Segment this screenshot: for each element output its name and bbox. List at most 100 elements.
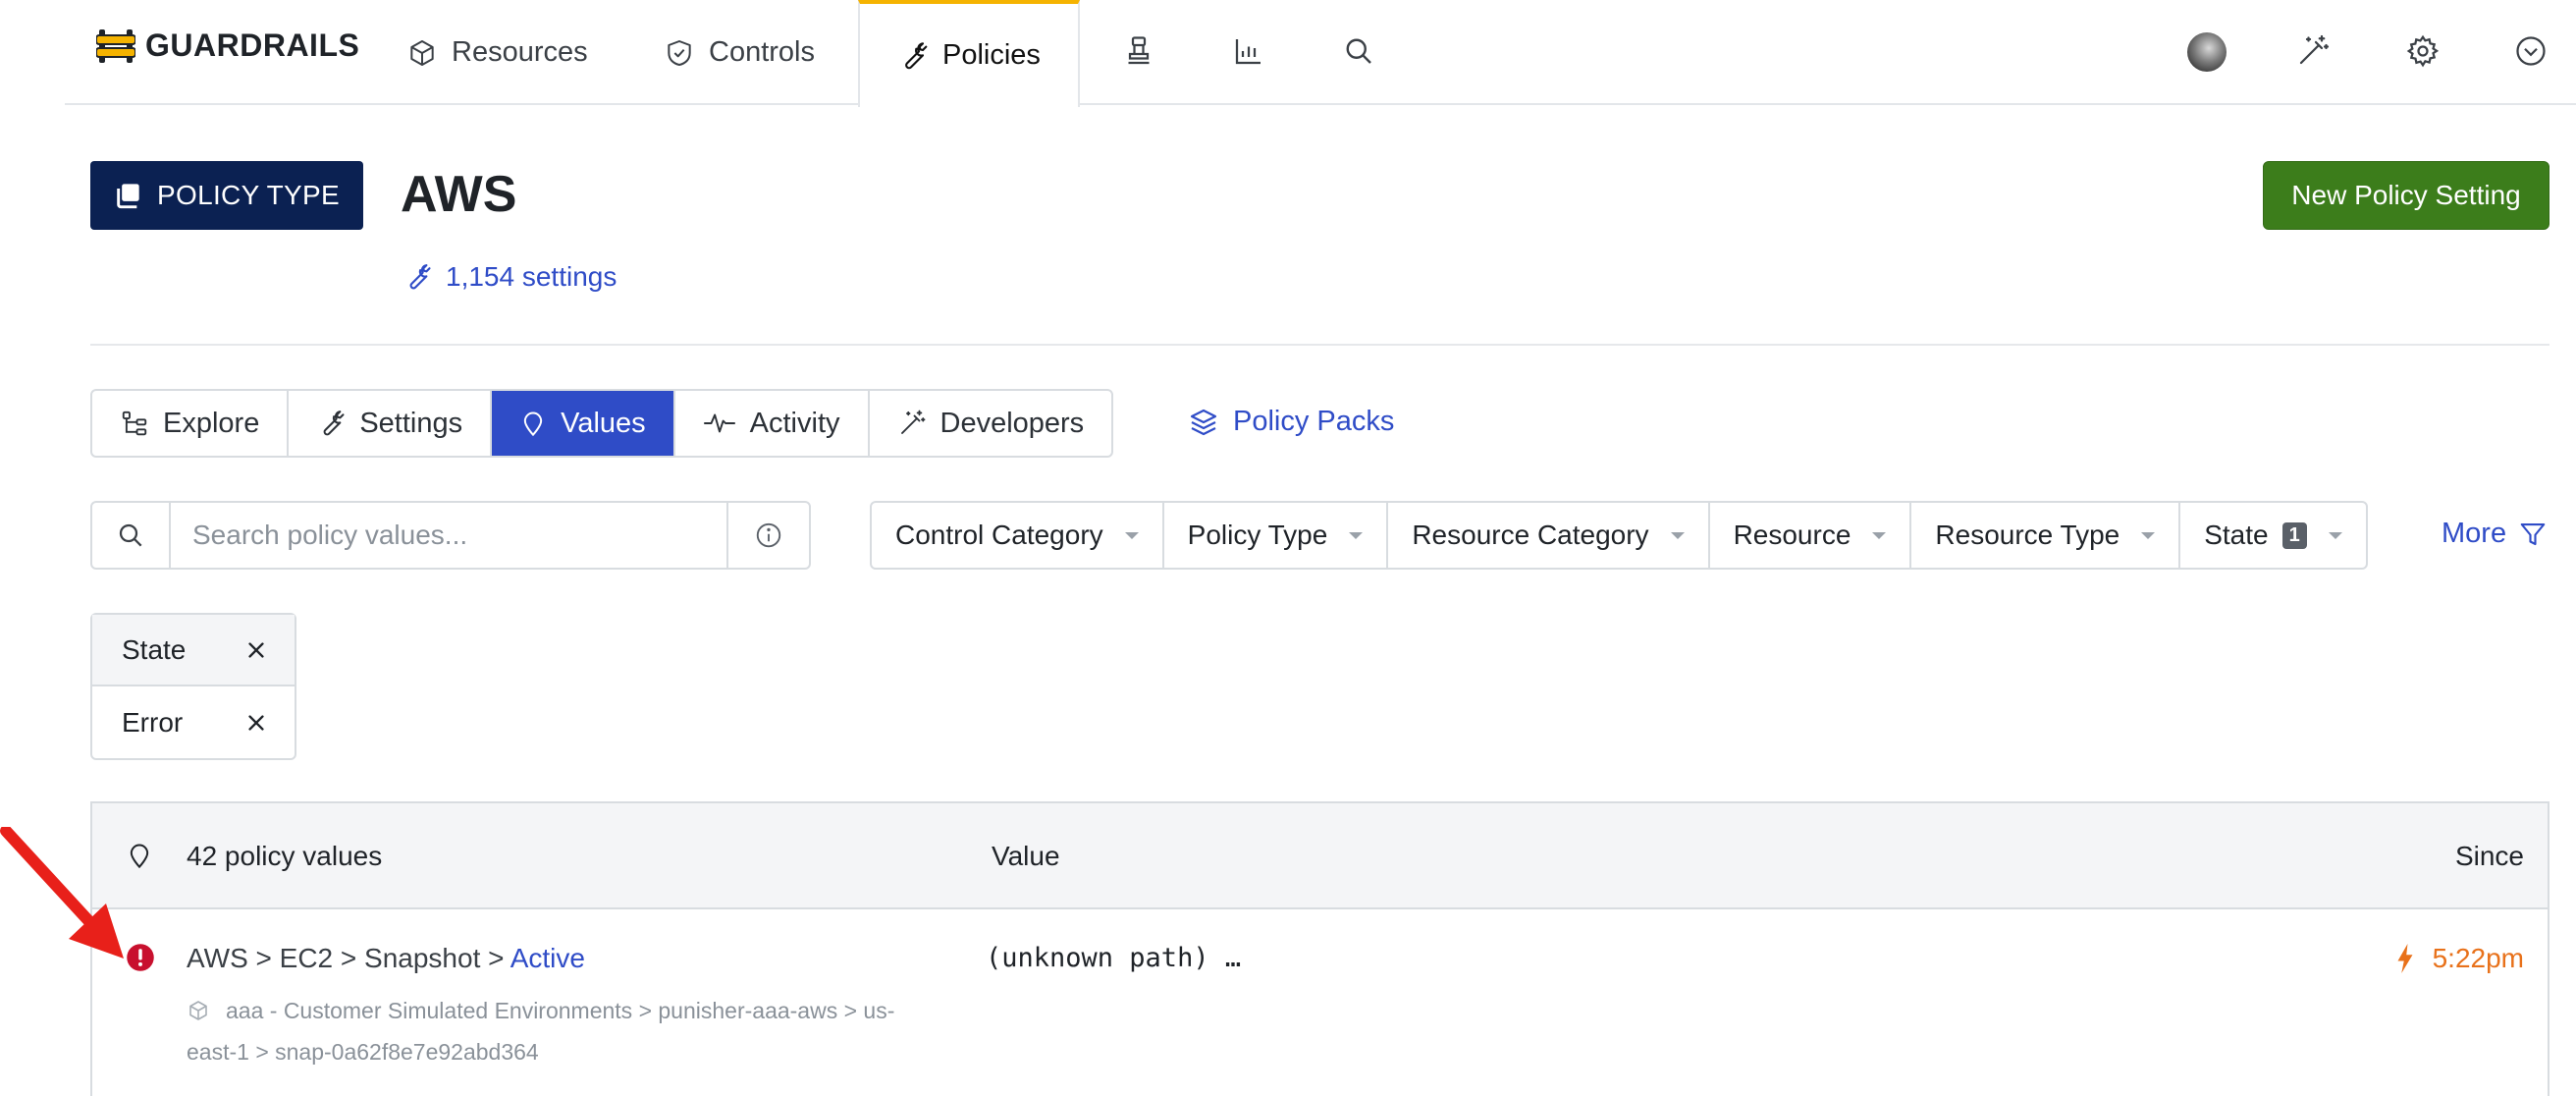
header-divider — [90, 344, 2549, 346]
wrench-icon — [409, 264, 431, 290]
policy-values-table: 42 policy values Value Since AWS > EC2 >… — [90, 801, 2549, 1096]
filter-label: Control Category — [895, 520, 1103, 550]
magic-wand-icon — [900, 410, 925, 434]
nav-resources[interactable]: Resources — [406, 0, 588, 105]
benchmark-icon[interactable] — [1121, 33, 1156, 69]
filter-policy-type[interactable]: Policy Type — [1164, 503, 1389, 568]
caret-down-icon — [1349, 531, 1364, 539]
caret-down-icon — [2141, 531, 2156, 539]
filter-label: Policy Type — [1187, 520, 1328, 550]
funnel-icon — [2520, 522, 2546, 545]
since-cell: 5:22pm — [2395, 943, 2524, 974]
tab-values-label: Values — [561, 407, 646, 439]
magic-wand-icon[interactable] — [2295, 33, 2331, 69]
wrench-icon — [323, 411, 345, 436]
active-filter-value-label: Error — [122, 706, 184, 738]
tab-values[interactable]: Values — [492, 391, 675, 456]
policy-type-badge-label: POLICY TYPE — [157, 180, 340, 210]
search-button[interactable] — [92, 503, 171, 568]
close-icon[interactable] — [245, 712, 267, 734]
since-time: 5:22pm — [2432, 943, 2524, 973]
filter-count-badge: 1 — [2281, 521, 2307, 549]
caret-down-icon — [1670, 531, 1685, 539]
filter-label: Resource Type — [1935, 520, 2120, 550]
avatar[interactable] — [2187, 32, 2227, 72]
cube-icon — [189, 1001, 207, 1020]
tab-activity-label: Activity — [749, 407, 840, 439]
layers-icon — [1190, 409, 1217, 435]
settings-count-label: 1,154 settings — [446, 261, 617, 292]
page-title: AWS — [401, 166, 517, 223]
tab-explore-label: Explore — [163, 407, 260, 439]
nav-controls-label: Controls — [709, 36, 815, 68]
nav-policies-label: Policies — [942, 39, 1041, 71]
map-pin-icon — [523, 411, 543, 437]
guardrails-logo[interactable]: GUARDRAILS — [96, 27, 359, 64]
close-icon[interactable] — [245, 639, 267, 661]
tab-developers[interactable]: Developers — [870, 391, 1112, 456]
filter-label: Resource — [1733, 520, 1852, 550]
column-since: Since — [2454, 841, 2524, 871]
guardrails-logo-icon — [96, 28, 135, 63]
active-filter-key: State — [92, 615, 295, 686]
settings-count-link[interactable]: 1,154 settings — [402, 261, 617, 293]
more-filters-button[interactable]: More — [2442, 518, 2548, 550]
filter-label: State — [2204, 520, 2269, 550]
chevron-down-circle-icon[interactable] — [2513, 33, 2549, 69]
caret-down-icon — [1872, 531, 1887, 539]
filter-resource[interactable]: Resource — [1710, 503, 1912, 568]
table-row[interactable]: AWS > EC2 > Snapshot > Active aaa - Cust… — [92, 909, 2548, 1096]
filter-control-category[interactable]: Control Category — [872, 503, 1164, 568]
cube-icon — [410, 39, 434, 66]
new-policy-setting-button[interactable]: New Policy Setting — [2263, 161, 2549, 230]
policy-path-text: AWS > EC2 > Snapshot > — [187, 943, 510, 973]
results-count: 42 policy values — [187, 841, 383, 871]
policy-packs-link[interactable]: Policy Packs — [1188, 406, 1394, 438]
tab-explore[interactable]: Explore — [92, 391, 290, 456]
pulse-icon — [703, 413, 735, 433]
active-filter-value: Error — [92, 686, 295, 758]
policy-path: AWS > EC2 > Snapshot > Active — [187, 943, 585, 974]
search-icon[interactable] — [1341, 33, 1376, 69]
nav-resources-label: Resources — [452, 36, 588, 68]
tab-settings[interactable]: Settings — [289, 391, 493, 456]
policy-packs-label: Policy Packs — [1233, 406, 1395, 437]
tab-developers-label: Developers — [939, 407, 1085, 439]
filter-state[interactable]: State 1 — [2180, 503, 2366, 568]
nav-policies[interactable]: Policies — [858, 0, 1080, 107]
filter-label: Resource Category — [1412, 520, 1649, 550]
shield-check-icon — [668, 39, 691, 66]
search-help-button[interactable] — [726, 503, 809, 568]
reports-icon[interactable] — [1231, 33, 1266, 69]
column-value: Value — [992, 841, 1060, 871]
annotation-arrow-icon — [0, 827, 124, 959]
wrench-icon — [905, 41, 928, 69]
stack-icon — [117, 184, 139, 209]
top-navigation: GUARDRAILS Resources Controls Policies — [65, 0, 2576, 107]
resource-path-line2: east-1 > snap-0a62f8e7e92abd364 — [187, 1039, 539, 1065]
more-filters-label: More — [2442, 518, 2507, 549]
search-input[interactable] — [171, 503, 726, 568]
caret-down-icon — [1124, 531, 1139, 539]
policy-value: (unknown path) … — [986, 943, 1242, 973]
search-box — [90, 501, 811, 570]
brand-name: GUARDRAILS — [145, 27, 360, 63]
policy-state-link[interactable]: Active — [510, 943, 585, 973]
tab-activity[interactable]: Activity — [675, 391, 870, 456]
policy-type-badge: POLICY TYPE — [90, 161, 363, 230]
filter-resource-type[interactable]: Resource Type — [1911, 503, 2181, 568]
filter-resource-category[interactable]: Resource Category — [1388, 503, 1710, 568]
caret-down-icon — [2328, 531, 2342, 539]
policy-type-tabs: Explore Settings Values Activity Develop… — [90, 389, 1114, 458]
hierarchy-icon — [122, 411, 147, 436]
tab-settings-label: Settings — [359, 407, 463, 439]
gear-icon[interactable] — [2405, 33, 2441, 69]
search-icon — [119, 523, 142, 547]
active-filter-key-label: State — [122, 633, 187, 665]
nav-controls[interactable]: Controls — [664, 0, 815, 105]
resource-path-line1: aaa - Customer Simulated Environments > … — [226, 998, 895, 1023]
table-header: 42 policy values Value Since — [92, 803, 2548, 909]
filter-bar: Control Category Policy Type Resource Ca… — [870, 501, 2368, 570]
info-icon — [756, 522, 781, 548]
resource-path[interactable]: aaa - Customer Simulated Environments > … — [187, 990, 1021, 1072]
